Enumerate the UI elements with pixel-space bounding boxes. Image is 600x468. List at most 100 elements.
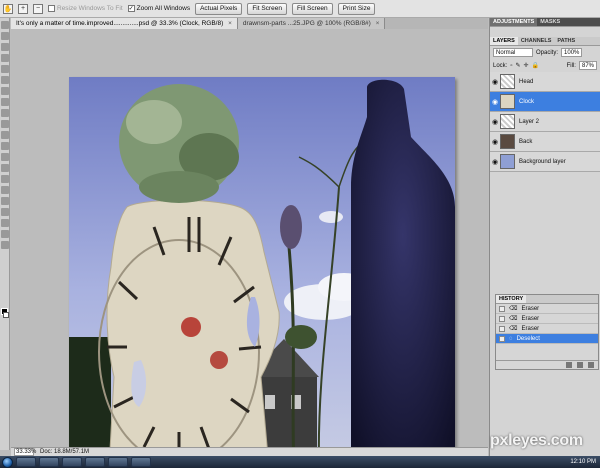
3d-tool-icon[interactable] bbox=[1, 219, 9, 227]
history-item-label: Eraser bbox=[521, 325, 540, 332]
healing-tool-icon[interactable] bbox=[1, 87, 9, 95]
new-document-icon[interactable] bbox=[566, 362, 572, 368]
tab-history[interactable]: HISTORY bbox=[496, 295, 527, 303]
close-icon[interactable]: × bbox=[228, 20, 232, 27]
checkbox-check-icon: ✓ bbox=[127, 5, 135, 12]
tab-layers[interactable]: LAYERS bbox=[490, 37, 518, 45]
lock-label: Lock: bbox=[493, 62, 508, 69]
lock-all-icon[interactable]: 🔒 bbox=[532, 62, 539, 69]
lock-pixels-icon[interactable]: ▫ bbox=[510, 63, 512, 69]
layer-row-background[interactable]: ◉ Background layer bbox=[490, 152, 600, 172]
zoom-level-field[interactable]: 33.33% bbox=[14, 448, 36, 456]
eyedropper-tool-icon[interactable] bbox=[1, 76, 9, 84]
blur-tool-icon[interactable] bbox=[1, 153, 9, 161]
blend-mode-select[interactable]: Normal bbox=[493, 48, 533, 57]
opacity-label: Opacity: bbox=[536, 49, 559, 56]
zoom-in-icon[interactable]: + bbox=[18, 3, 28, 14]
move-tool-icon[interactable] bbox=[1, 21, 9, 29]
path-select-tool-icon[interactable] bbox=[1, 197, 9, 205]
document-tab-active[interactable]: It's only a matter of time.improved.....… bbox=[11, 18, 238, 29]
dodge-tool-icon[interactable] bbox=[1, 164, 9, 172]
hand-tool-icon[interactable]: ✋ bbox=[3, 3, 13, 14]
zoom-all-windows-checkbox[interactable]: ✓ Zoom All Windows bbox=[127, 5, 190, 12]
history-item[interactable]: ⌫ Eraser bbox=[496, 304, 598, 314]
opacity-field[interactable]: 100% bbox=[561, 48, 583, 57]
fill-screen-button[interactable]: Fill Screen bbox=[291, 2, 333, 15]
history-brush-tool-icon[interactable] bbox=[1, 120, 9, 128]
eye-icon[interactable]: ◉ bbox=[490, 138, 500, 146]
fit-screen-button[interactable]: Fit Screen bbox=[247, 2, 287, 15]
lock-move-icon[interactable]: ✛ bbox=[524, 62, 529, 69]
tab-masks[interactable]: MASKS bbox=[537, 18, 563, 26]
snapshot-icon[interactable] bbox=[577, 362, 583, 368]
history-item[interactable]: ⌫ Eraser bbox=[496, 324, 598, 334]
toolbox bbox=[0, 18, 10, 450]
quick-select-tool-icon[interactable] bbox=[1, 54, 9, 62]
artwork-image bbox=[69, 77, 455, 468]
gradient-tool-icon[interactable] bbox=[1, 142, 9, 150]
tab-adjustments[interactable]: ADJUSTMENTS bbox=[490, 18, 538, 26]
brush-tool-icon[interactable] bbox=[1, 98, 9, 106]
eye-icon[interactable]: ◉ bbox=[490, 78, 500, 86]
taskbar-app-button[interactable] bbox=[131, 457, 151, 467]
marquee-tool-icon[interactable] bbox=[1, 32, 9, 40]
tab-paths[interactable]: PATHS bbox=[554, 37, 578, 45]
layer-row-head[interactable]: ◉ Head bbox=[490, 72, 600, 92]
layer-row-back[interactable]: ◉ Back bbox=[490, 132, 600, 152]
zoom-tool-icon[interactable] bbox=[1, 241, 9, 249]
taskbar-app-button[interactable] bbox=[39, 457, 59, 467]
history-source-box[interactable] bbox=[499, 305, 505, 312]
tab-channels[interactable]: CHANNELS bbox=[518, 37, 555, 45]
eye-icon[interactable]: ◉ bbox=[490, 98, 500, 106]
document-size-readout: Doc: 18.8M/57.1M bbox=[40, 449, 90, 455]
history-item-selected[interactable]: ◌ Deselect bbox=[496, 334, 598, 344]
history-item[interactable]: ⌫ Eraser bbox=[496, 314, 598, 324]
lock-controls: Lock: ▫ ✎ ✛ 🔒 Fill: 87% bbox=[490, 59, 600, 72]
layer-row-clock[interactable]: ◉ Clock bbox=[490, 92, 600, 112]
clone-stamp-tool-icon[interactable] bbox=[1, 109, 9, 117]
lasso-tool-icon[interactable] bbox=[1, 43, 9, 51]
house-window bbox=[265, 395, 275, 409]
background-color-swatch[interactable] bbox=[3, 312, 9, 318]
pen-tool-icon[interactable] bbox=[1, 175, 9, 183]
history-source-box[interactable] bbox=[499, 315, 505, 322]
options-bar: ✋ + − Resize Windows To Fit ✓ Zoom All W… bbox=[0, 0, 600, 18]
zoom-out-icon[interactable]: − bbox=[33, 3, 43, 14]
layer-row-layer-2[interactable]: ◉ Layer 2 bbox=[490, 112, 600, 132]
foliage-base bbox=[139, 171, 219, 203]
adjustments-panel-tabs: ADJUSTMENTS MASKS bbox=[490, 18, 600, 27]
layers-panel-tabs: LAYERS CHANNELS PATHS bbox=[490, 37, 600, 46]
crop-tool-icon[interactable] bbox=[1, 65, 9, 73]
eraser-tool-icon[interactable] bbox=[1, 131, 9, 139]
shape-tool-icon[interactable] bbox=[1, 208, 9, 216]
taskbar-app-button[interactable] bbox=[85, 457, 105, 467]
type-tool-icon[interactable] bbox=[1, 186, 9, 194]
eye-icon[interactable]: ◉ bbox=[490, 118, 500, 126]
taskbar-app-button[interactable] bbox=[16, 457, 36, 467]
red-spot bbox=[210, 351, 228, 369]
history-source-box[interactable] bbox=[499, 325, 505, 332]
eraser-icon: ⌫ bbox=[509, 316, 518, 322]
start-button[interactable] bbox=[2, 456, 13, 468]
taskbar-app-button[interactable] bbox=[108, 457, 128, 467]
history-source-box[interactable] bbox=[499, 335, 505, 342]
eye-icon[interactable]: ◉ bbox=[490, 158, 500, 166]
resize-windows-checkbox[interactable]: Resize Windows To Fit bbox=[48, 5, 123, 12]
trash-icon[interactable] bbox=[588, 362, 594, 368]
hand-tool-icon[interactable] bbox=[1, 230, 9, 238]
document-canvas[interactable] bbox=[69, 77, 455, 468]
eraser-icon: ⌫ bbox=[509, 326, 518, 332]
history-item-label: Eraser bbox=[521, 305, 540, 312]
lock-brush-icon[interactable]: ✎ bbox=[515, 62, 520, 69]
layer-thumbnail bbox=[500, 114, 515, 129]
print-size-button[interactable]: Print Size bbox=[337, 2, 376, 15]
close-icon[interactable]: × bbox=[376, 20, 380, 27]
canvas-area[interactable] bbox=[11, 29, 488, 468]
panel-spacer bbox=[490, 27, 600, 37]
deselect-icon: ◌ bbox=[509, 335, 513, 342]
plant-leaves bbox=[285, 325, 317, 349]
actual-pixels-button[interactable]: Actual Pixels bbox=[195, 2, 243, 15]
document-tab[interactable]: drawnsm-parts ...25.JPG @ 100% (RGB/8#) … bbox=[237, 18, 386, 29]
fill-field[interactable]: 87% bbox=[578, 61, 597, 70]
taskbar-app-button[interactable] bbox=[62, 457, 82, 467]
